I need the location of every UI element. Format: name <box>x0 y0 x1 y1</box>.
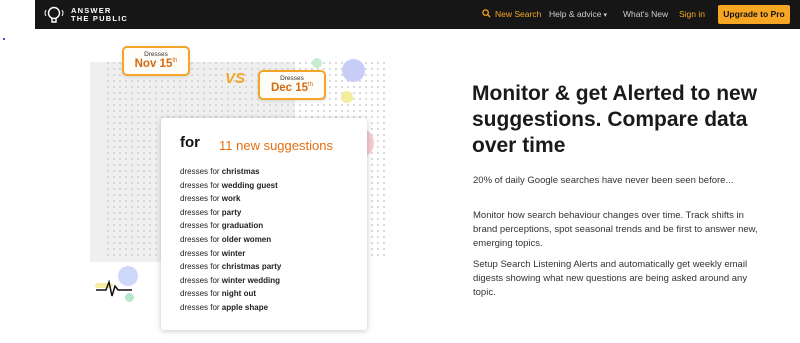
suggestion-item: dresses for wedding guest <box>180 180 278 190</box>
date-card-label: Dresses <box>144 51 168 58</box>
decor-blob <box>341 91 353 103</box>
suggestion-item: dresses for winter <box>180 248 246 258</box>
vs-label: VS <box>225 70 246 87</box>
suggestion-item: dresses for work <box>180 194 241 204</box>
pulse-line-icon <box>96 279 132 297</box>
suggestion-item: dresses for older women <box>180 234 272 244</box>
top-navbar: ANSWER THE PUBLIC New Search Help & advi… <box>35 0 800 29</box>
nav-help-label: Help & advice <box>549 9 602 19</box>
left-margin-strip <box>0 0 35 343</box>
suggestion-item: dresses for winter wedding <box>180 275 281 285</box>
suggestions-card: for 11 new suggestions dresses for chris… <box>161 118 367 330</box>
alerts-paragraph: Setup Search Listening Alerts and automa… <box>473 259 748 298</box>
nav-sign-in-label: Sign in <box>679 9 705 19</box>
suggestion-item: dresses for christmas <box>180 167 260 176</box>
suggestion-item: dresses for night out <box>180 289 257 299</box>
site-logo[interactable]: ANSWER THE PUBLIC <box>43 3 133 27</box>
date-card-nov: Dresses Nov 15th <box>122 46 190 76</box>
nav-sign-in-link[interactable]: Sign in <box>679 0 705 29</box>
decor-blob <box>342 59 365 82</box>
page-headline: Monitor & get Alerted to new suggestions… <box>472 82 758 157</box>
answer-the-public-logo-icon <box>44 6 64 23</box>
suggestion-item: dresses for graduation <box>180 221 264 231</box>
nav-new-search-label: New Search <box>495 9 542 19</box>
nav-new-search-link[interactable]: New Search <box>482 0 541 29</box>
nav-help-dropdown[interactable]: Help & advice ▾ <box>549 0 607 29</box>
suggestions-heading: for <box>180 134 200 151</box>
date-card-dec: Dresses Dec 15th <box>258 70 326 100</box>
suggestions-list: dresses for christmas dresses for wedding… <box>180 165 281 315</box>
date-card-label: Dresses <box>280 75 304 82</box>
chevron-down-icon: ▾ <box>603 12 607 19</box>
nav-whats-new-link[interactable]: What's New <box>623 0 668 29</box>
suggestion-item: dresses for apple shape <box>180 302 269 312</box>
logo-line-2: THE PUBLIC <box>71 14 128 23</box>
nav-whats-new-label: What's New <box>623 9 669 19</box>
intro-paragraph: 20% of daily Google searches have never … <box>473 175 734 186</box>
decor-blob <box>312 58 322 68</box>
monitor-paragraph: Monitor how search behaviour changes ove… <box>473 210 758 249</box>
upgrade-to-pro-button[interactable]: Upgrade to Pro <box>718 5 790 24</box>
suggestion-item: dresses for party <box>180 207 242 217</box>
margin-dot <box>3 38 5 40</box>
date-card-date: Nov 15th <box>134 58 178 70</box>
logo-wordmark: ANSWER THE PUBLIC <box>71 7 128 23</box>
suggestions-count: 11 new suggestions <box>219 138 333 153</box>
suggestion-item: dresses for christmas party <box>180 262 282 272</box>
date-card-date: Dec 15th <box>270 82 314 94</box>
search-icon <box>482 9 491 18</box>
